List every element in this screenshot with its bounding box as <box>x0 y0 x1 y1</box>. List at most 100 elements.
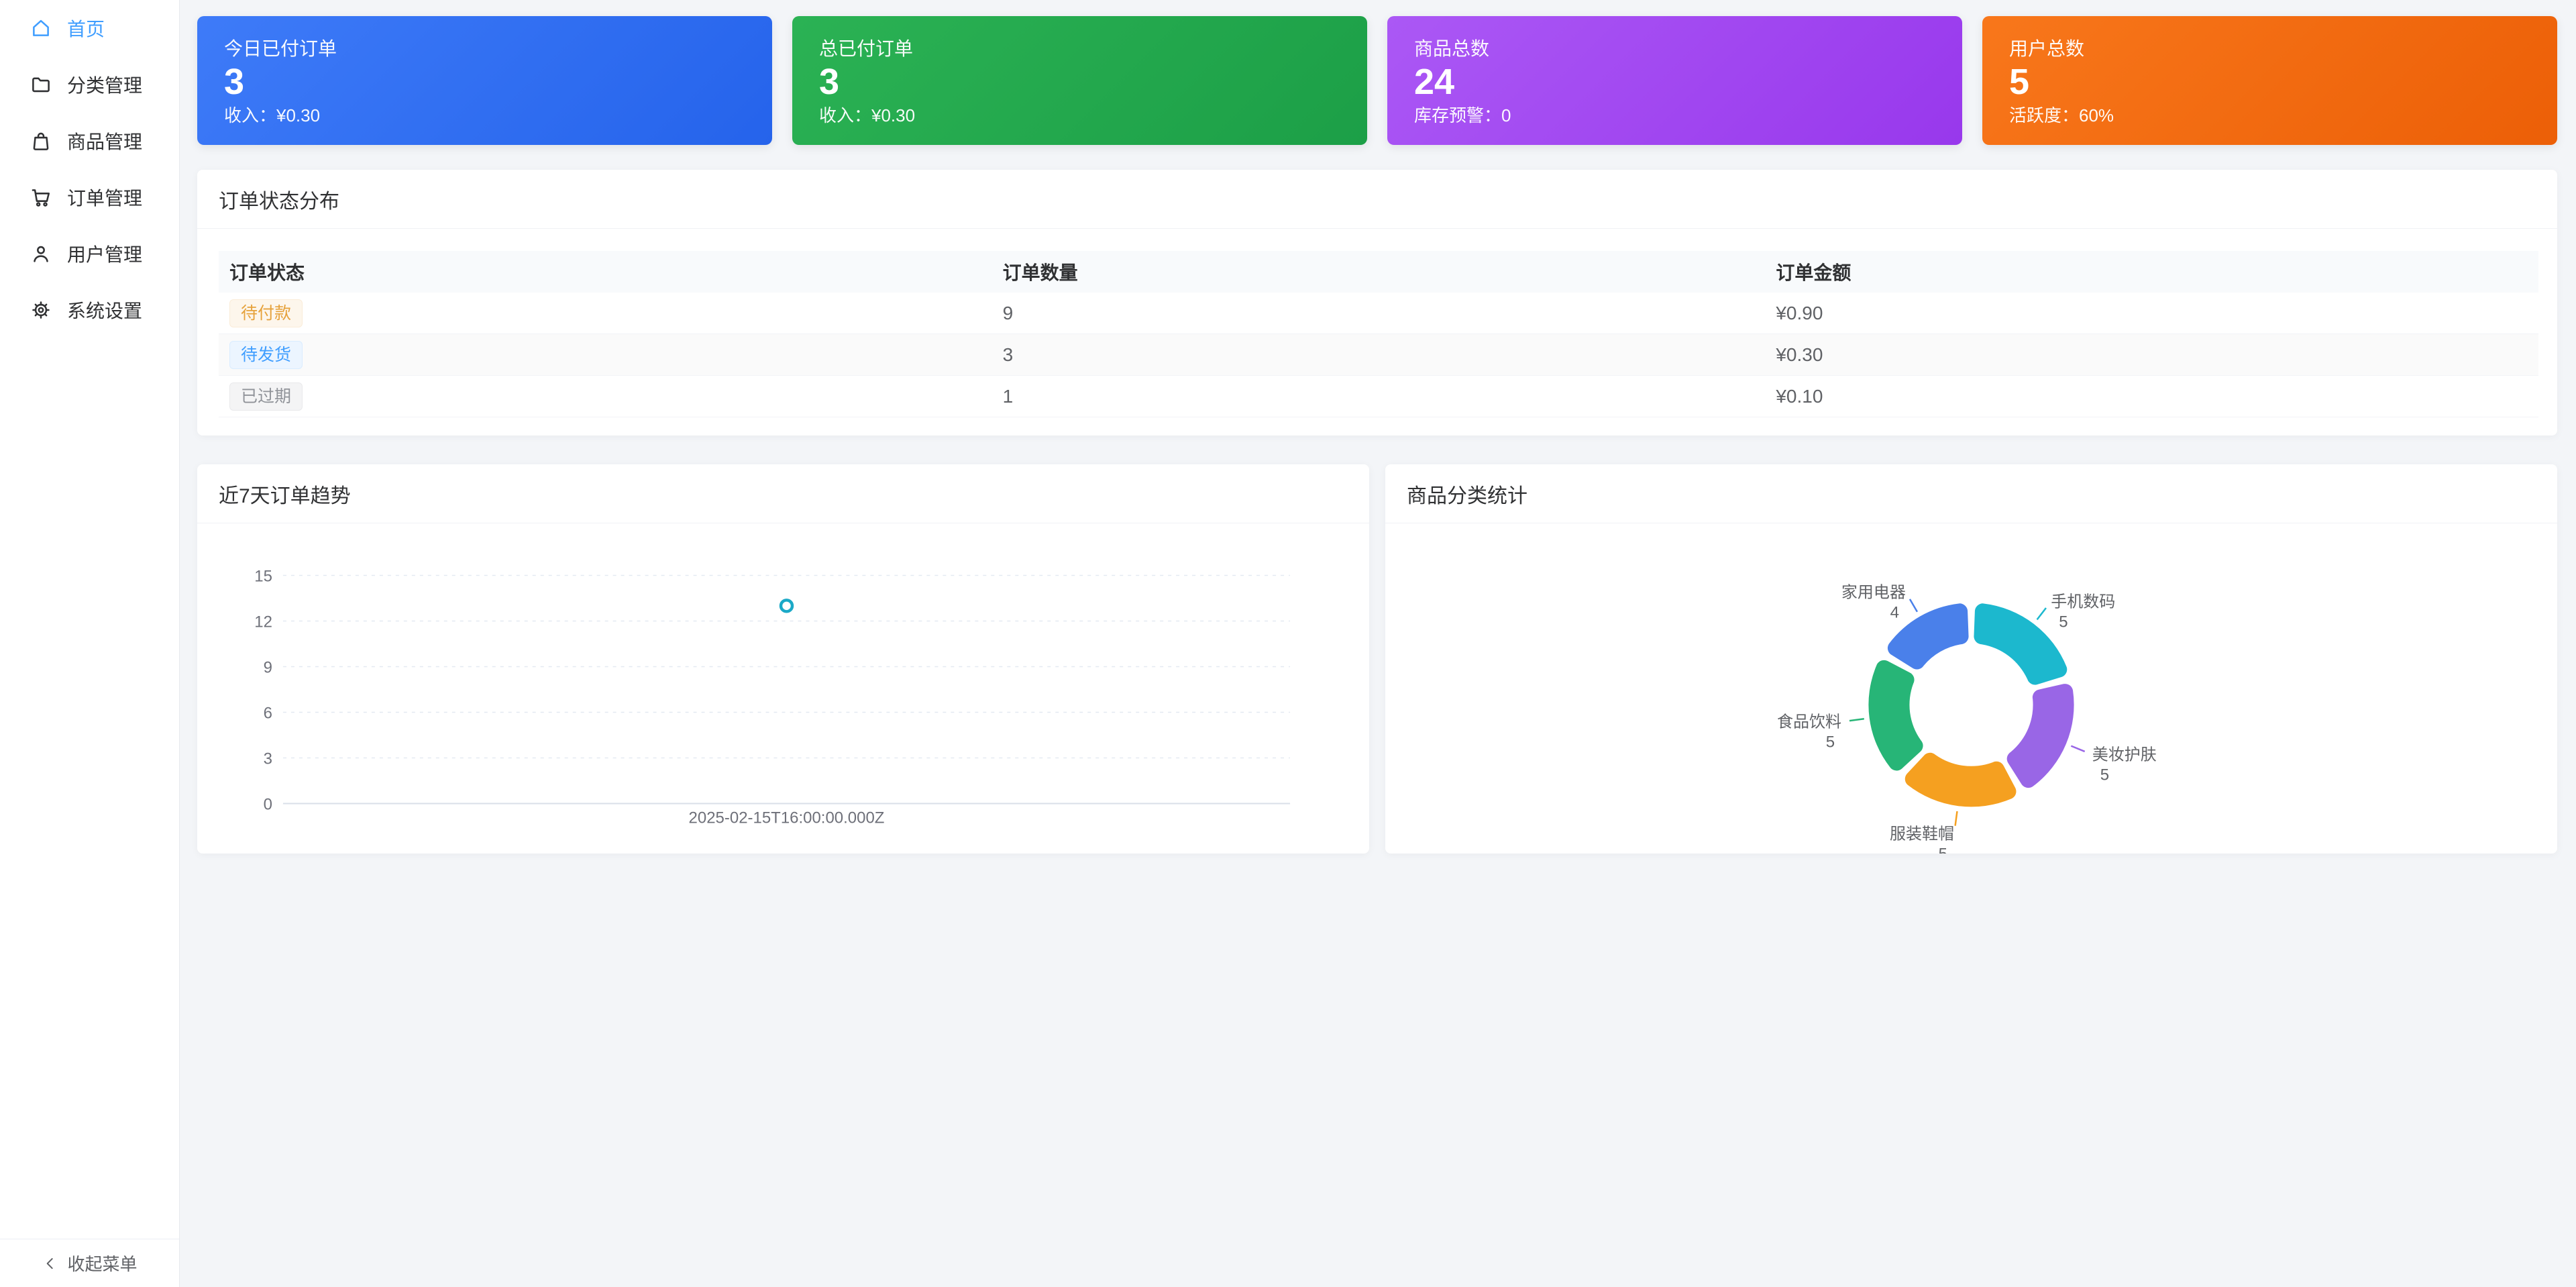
sidebar-item-home[interactable]: 首页 <box>0 0 179 56</box>
svg-text:6: 6 <box>264 704 272 722</box>
order-amount-cell: ¥0.10 <box>1765 376 2538 417</box>
category-panel: 商品分类统计 手机数码5美妆护肤5服装鞋帽5食品饮料5家用电器4 <box>1385 464 2557 854</box>
svg-text:9: 9 <box>264 659 272 677</box>
sidebar-item-settings[interactable]: 系统设置 <box>0 282 179 338</box>
donut-segment-1[interactable] <box>1974 603 2067 684</box>
sidebar: 首页 分类管理 商品管理 订单管理 <box>0 0 180 1287</box>
collapse-menu-button[interactable]: 收起菜单 <box>0 1239 179 1287</box>
donut-category-value: 5 <box>2059 613 2068 631</box>
donut-segment-3[interactable] <box>1905 753 2017 807</box>
svg-text:0: 0 <box>264 795 272 813</box>
status-badge: 待发货 <box>229 341 303 369</box>
stat-card-footer: 收入：¥0.30 <box>819 102 1340 127</box>
order-count-cell: 9 <box>992 293 1766 333</box>
order-status-panel-header: 订单状态分布 <box>197 170 2557 229</box>
donut-label-line <box>1849 719 1864 721</box>
folder-icon <box>30 73 52 96</box>
stat-card-title: 商品总数 <box>1414 34 1935 61</box>
order-amount-cell: ¥0.90 <box>1765 293 2538 333</box>
svg-text:3: 3 <box>264 750 272 768</box>
table-row: 待发货 3 ¥0.30 <box>219 334 2538 376</box>
svg-text:15: 15 <box>254 568 272 586</box>
home-icon <box>30 17 52 40</box>
donut-category-label: 美妆护肤 <box>2092 746 2157 764</box>
donut-label-line <box>2037 608 2046 619</box>
column-header-amount: 订单金额 <box>1765 251 2538 293</box>
stat-cards-row: 今日已付订单 3 收入：¥0.30 总已付订单 3 收入：¥0.30 商品总数 … <box>197 16 2557 145</box>
collapse-menu-label: 收起菜单 <box>67 1251 137 1276</box>
gear-icon <box>30 299 52 321</box>
order-status-panel: 订单状态分布 订单状态 订单数量 订单金额 待付款 9 ¥0.90 待发货 <box>197 170 2557 435</box>
order-status-table: 订单状态 订单数量 订单金额 待付款 9 ¥0.90 待发货 3 ¥0.30 <box>219 251 2538 417</box>
sidebar-item-label: 系统设置 <box>67 297 142 323</box>
stat-card-title: 总已付订单 <box>819 34 1340 61</box>
main-content: 今日已付订单 3 收入：¥0.30 总已付订单 3 收入：¥0.30 商品总数 … <box>180 0 2576 1287</box>
svg-text:2025-02-15T16:00:00.000Z: 2025-02-15T16:00:00.000Z <box>689 809 885 827</box>
donut-label-line <box>1955 811 1957 826</box>
stat-card-title: 今日已付订单 <box>224 34 745 61</box>
chevron-left-icon <box>42 1255 59 1272</box>
donut-segment-2[interactable] <box>2007 684 2074 788</box>
table-row: 待付款 9 ¥0.90 <box>219 293 2538 334</box>
cart-icon <box>30 186 52 209</box>
trend-line-chart[interactable]: 0 3 6 9 12 15 2025-02-15T16:00:00.000Z <box>197 523 1369 854</box>
panel-title: 商品分类统计 <box>1407 479 1527 509</box>
stat-card-value: 24 <box>1414 64 1935 100</box>
donut-category-value: 4 <box>1890 603 1899 621</box>
column-header-status: 订单状态 <box>219 251 992 293</box>
order-count-cell: 3 <box>992 334 1766 375</box>
line-data-point[interactable] <box>781 600 792 611</box>
column-header-count: 订单数量 <box>992 251 1766 293</box>
category-donut-chart[interactable]: 手机数码5美妆护肤5服装鞋帽5食品饮料5家用电器4 <box>1385 523 2557 854</box>
sidebar-item-orders[interactable]: 订单管理 <box>0 169 179 225</box>
category-chart-area: 手机数码5美妆护肤5服装鞋帽5食品饮料5家用电器4 <box>1385 523 2557 854</box>
donut-category-value: 5 <box>1939 845 1947 854</box>
stat-card-footer: 活跃度：60% <box>2009 102 2530 127</box>
donut-label-line <box>2071 746 2084 752</box>
trend-panel: 近7天订单趋势 0 3 6 9 12 15 2025-02-15T16:00:00.000Z <box>197 464 1369 854</box>
sidebar-item-label: 订单管理 <box>67 184 142 211</box>
stat-card-footer: 收入：¥0.30 <box>224 102 745 127</box>
table-row: 已过期 1 ¥0.10 <box>219 376 2538 417</box>
stat-card-value: 3 <box>819 64 1340 100</box>
sidebar-menu: 首页 分类管理 商品管理 订单管理 <box>0 0 179 1239</box>
stat-card-value: 5 <box>2009 64 2530 100</box>
sidebar-item-users[interactable]: 用户管理 <box>0 225 179 282</box>
sidebar-item-categories[interactable]: 分类管理 <box>0 56 179 113</box>
panel-title: 近7天订单趋势 <box>219 479 351 509</box>
sidebar-item-label: 商品管理 <box>67 127 142 154</box>
stat-card-value: 3 <box>224 64 745 100</box>
charts-row: 近7天订单趋势 0 3 6 9 12 15 2025-02-15T16:00:00.000Z… <box>197 464 2557 854</box>
svg-text:12: 12 <box>254 613 272 631</box>
trend-panel-header: 近7天订单趋势 <box>197 464 1369 523</box>
category-panel-header: 商品分类统计 <box>1385 464 2557 523</box>
donut-category-label: 手机数码 <box>2051 593 2115 611</box>
stat-card-total-paid-orders: 总已付订单 3 收入：¥0.30 <box>792 16 1367 145</box>
donut-category-value: 5 <box>1826 733 1835 751</box>
dashboard-app: 首页 分类管理 商品管理 订单管理 <box>0 0 2576 1287</box>
shopping-bag-icon <box>30 130 52 152</box>
stat-card-title: 用户总数 <box>2009 34 2530 61</box>
trend-chart-area: 0 3 6 9 12 15 2025-02-15T16:00:00.000Z <box>197 523 1369 854</box>
status-badge: 待付款 <box>229 299 303 327</box>
donut-label-line <box>1910 599 1917 612</box>
stat-card-total-products: 商品总数 24 库存预警：0 <box>1387 16 1962 145</box>
sidebar-item-label: 首页 <box>67 15 105 42</box>
donut-segment-4[interactable] <box>1868 660 1923 771</box>
donut-category-label: 家用电器 <box>1841 584 1906 602</box>
donut-category-label: 服装鞋帽 <box>1890 825 1954 843</box>
sidebar-item-products[interactable]: 商品管理 <box>0 113 179 169</box>
status-badge: 已过期 <box>229 382 303 411</box>
sidebar-item-label: 分类管理 <box>67 71 142 98</box>
sidebar-item-label: 用户管理 <box>67 240 142 267</box>
stat-card-today-paid-orders: 今日已付订单 3 收入：¥0.30 <box>197 16 772 145</box>
panel-title: 订单状态分布 <box>219 185 339 214</box>
order-status-panel-body: 订单状态 订单数量 订单金额 待付款 9 ¥0.90 待发货 3 ¥0.30 <box>197 229 2557 417</box>
user-icon <box>30 242 52 265</box>
donut-category-value: 5 <box>2100 766 2109 784</box>
table-header-row: 订单状态 订单数量 订单金额 <box>219 251 2538 293</box>
stat-card-footer: 库存预警：0 <box>1414 102 1935 127</box>
order-count-cell: 1 <box>992 376 1766 417</box>
donut-segment-5[interactable] <box>1888 603 1969 669</box>
order-amount-cell: ¥0.30 <box>1765 334 2538 375</box>
